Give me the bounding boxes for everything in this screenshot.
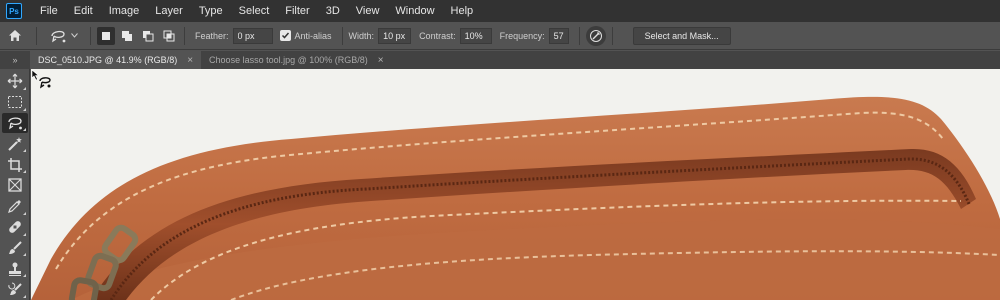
document-tab-bar: DSC_0510.JPG @ 41.9% (RGB/8) × Choose la… [30,51,1000,69]
move-icon [7,74,22,89]
antialias-checkbox[interactable] [279,30,291,41]
lasso-tool[interactable] [1,112,28,134]
document-canvas[interactable] [31,69,1000,300]
eyedropper-icon [7,200,21,214]
magnetic-lasso-cursor-icon [31,69,51,89]
menu-file[interactable]: File [32,0,66,22]
subtract-from-selection-button[interactable] [139,27,157,45]
divider [184,26,185,45]
selection-mode-group [97,26,178,45]
menu-help[interactable]: Help [443,0,482,22]
photoshop-logo-icon[interactable]: Ps [6,3,22,19]
menu-3d[interactable]: 3D [318,0,348,22]
tool-group-indicator [22,274,26,278]
menu-bar: Ps File Edit Image Layer Type Select Filter 3D V… [0,0,1000,22]
tool-group-indicator [22,253,26,257]
check-icon [281,32,289,39]
divider [578,26,580,45]
subtract-from-selection-icon [143,30,154,41]
document-tab[interactable]: Choose lasso tool.jpg @ 100% (RGB/8) × [201,51,392,69]
chevron-down-icon [71,33,78,38]
menu-layer[interactable]: Layer [147,0,191,22]
home-icon [9,30,21,41]
tool-group-indicator [22,294,26,298]
move-tool[interactable] [2,71,28,92]
tools-panel [0,69,30,300]
pen-pressure-button[interactable] [585,25,606,46]
history-brush-icon [7,282,22,295]
marquee-tool[interactable] [2,92,28,113]
frequency-label: Frequency: [499,30,545,41]
tool-group-indicator [22,170,26,174]
eyedropper-tool[interactable] [2,196,28,217]
select-and-mask-button[interactable]: Select and Mask... [632,26,731,45]
frame-icon [7,178,22,193]
menu-select[interactable]: Select [231,0,278,22]
contrast-input[interactable] [459,27,492,44]
document-tab[interactable]: DSC_0510.JPG @ 41.9% (RGB/8) × [30,51,202,69]
marquee-icon [7,96,22,109]
width-label: Width: [348,30,375,41]
width-input[interactable] [378,27,412,44]
tool-group-indicator [22,107,26,111]
magnetic-lasso-icon [51,30,66,42]
healing-brush-tool[interactable] [2,217,28,238]
tool-preset-picker[interactable] [43,28,84,44]
brush-icon [8,241,22,254]
crop-icon [7,157,22,172]
pen-pressure-icon [589,29,602,42]
intersect-selection-icon [163,30,175,41]
close-tab-icon[interactable]: × [378,55,384,66]
intersect-selection-button[interactable] [160,27,178,45]
feather-input[interactable] [232,27,273,44]
antialias-label: Anti-alias [294,30,332,41]
menu-type[interactable]: Type [191,0,231,22]
menu-edit[interactable]: Edit [66,0,101,22]
brush-tool[interactable] [2,238,28,259]
frame-tool[interactable] [2,175,28,196]
close-tab-icon[interactable]: × [187,55,193,66]
contrast-label: Contrast: [419,30,456,41]
bag-photo [31,96,1000,300]
healing-brush-icon [8,221,21,233]
feather-label: Feather: [195,30,229,41]
tool-group-indicator [22,128,26,132]
clone-stamp-tool[interactable] [2,258,28,279]
toolbar-collapse-toggle[interactable]: » [0,51,30,69]
magnetic-lasso-icon [7,117,22,130]
menu-view[interactable]: View [348,0,388,22]
divider [341,26,343,45]
options-bar: Feather: Anti-alias Width: Contrast: Fre… [0,22,1000,50]
home-button[interactable] [0,22,30,50]
tab-title: DSC_0510.JPG @ 41.9% (RGB/8) [38,55,178,65]
divider [90,26,91,45]
magic-wand-tool[interactable] [2,133,28,154]
frequency-input[interactable] [548,27,569,44]
tab-title: Choose lasso tool.jpg @ 100% (RGB/8) [209,55,368,65]
menu-window[interactable]: Window [387,0,442,22]
add-to-selection-button[interactable] [118,27,136,45]
tool-group-indicator [22,149,26,153]
divider [611,26,613,45]
clone-stamp-icon [8,262,21,276]
history-brush-tool[interactable] [2,279,28,300]
menu-filter[interactable]: Filter [277,0,317,22]
new-selection-button[interactable] [97,26,115,45]
add-to-selection-icon [122,30,132,41]
tool-group-indicator [22,232,26,236]
tool-group-indicator [22,211,26,215]
menu-image[interactable]: Image [101,0,148,22]
crop-tool[interactable] [2,154,28,175]
divider [36,26,37,45]
new-selection-icon [102,31,110,40]
tool-group-indicator [22,86,26,90]
magic-wand-icon [7,136,22,151]
